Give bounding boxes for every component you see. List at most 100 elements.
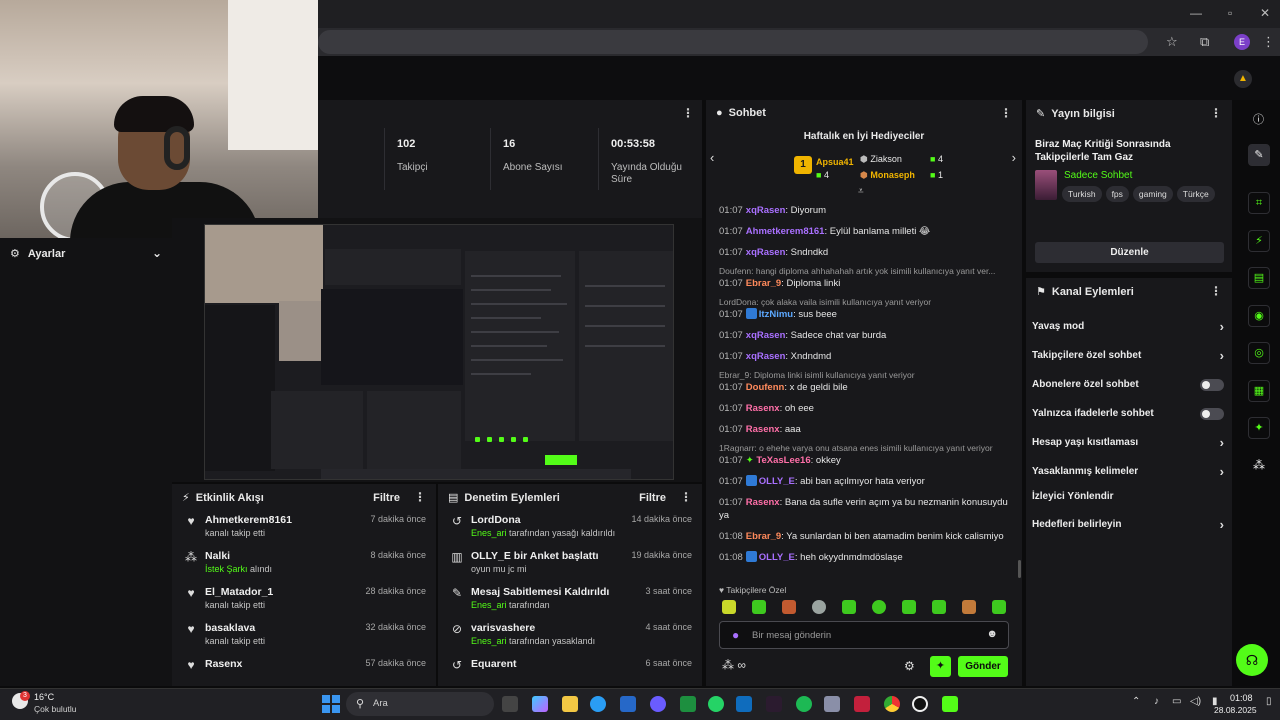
stats-menu-icon[interactable]: ⋮ (682, 106, 694, 120)
info-icon[interactable]: ⓘ (1253, 111, 1264, 127)
action-banned-words[interactable]: Yasaklanmış kelimeler › (1026, 457, 1232, 486)
moderation-item[interactable]: ▥ OLLY_E bir Anket başlattı oyun mu jc m… (438, 546, 702, 582)
whatsapp-icon[interactable] (708, 696, 724, 712)
action-account-age[interactable]: Hesap yaşı kısıtlaması › (1026, 428, 1232, 457)
gifter-name[interactable]: Monaseph (870, 170, 915, 180)
discord-icon[interactable] (650, 696, 666, 712)
activity-item[interactable]: ♥ Ahmetkerem8161 kanalı takip etti 7 dak… (172, 510, 436, 546)
layout-icon[interactable]: ▦ (1248, 380, 1270, 402)
chevron-up-icon[interactable]: ⌃ (1132, 696, 1140, 707)
chat-message[interactable]: 01:07 xqRasen: Xndndmd (706, 350, 1022, 363)
activity-item[interactable]: ♥ Rasenx 57 dakika önce (172, 654, 436, 690)
chrome-icon[interactable] (884, 696, 900, 712)
store-icon[interactable] (620, 696, 636, 712)
tag[interactable]: Turkish (1062, 186, 1102, 202)
edit-button[interactable]: Düzenle (1035, 242, 1224, 263)
emote[interactable] (752, 600, 766, 614)
edge-icon[interactable] (590, 696, 606, 712)
microphone-icon[interactable]: ♪ (1154, 696, 1159, 707)
moderation-menu-icon[interactable]: ⋮ (680, 490, 692, 504)
chat-message[interactable]: 01:07 xqRasen: Diyorum (706, 204, 1022, 217)
action-goals[interactable]: Hedefleri belirleyin › (1026, 510, 1232, 539)
minimize-icon[interactable]: — (1190, 6, 1202, 20)
emoji-icon[interactable]: ☻ (986, 628, 998, 640)
notification-bell-icon[interactable]: ▲ (1234, 70, 1252, 88)
chat-message[interactable]: 01:07 Rasenx: Bana da sufle verin açım ya… (706, 496, 1022, 522)
obs-icon[interactable] (912, 696, 928, 712)
taskbar-search[interactable]: ⚲ Ara (346, 692, 494, 716)
tag[interactable]: gaming (1132, 186, 1173, 202)
chevron-left-icon[interactable]: ‹ (710, 150, 714, 165)
premiere-icon[interactable] (766, 696, 782, 712)
gifter-name[interactable]: Ziakson (870, 154, 902, 164)
xbox-icon[interactable] (680, 696, 696, 712)
info-menu-icon[interactable]: ⋮ (1210, 106, 1222, 120)
outlook-icon[interactable] (736, 696, 752, 712)
chat-message[interactable]: 01:07 Rasenx: aaa (706, 423, 1022, 436)
emote[interactable] (932, 600, 946, 614)
windows-start-icon[interactable] (322, 695, 340, 713)
copilot-icon[interactable] (532, 696, 548, 712)
action-slow-mode[interactable]: Yavaş mod › (1026, 312, 1232, 341)
broadcast-icon[interactable]: ◎ (1248, 342, 1270, 364)
send-button[interactable]: Gönder (958, 656, 1008, 677)
chat-scrollbar[interactable] (1018, 560, 1021, 578)
volume-icon[interactable]: ◁) (1190, 696, 1201, 707)
support-headset-icon[interactable]: ☊ (1236, 644, 1268, 676)
kick-points-icon[interactable]: ⁂ ∞ (722, 658, 746, 672)
chat-message[interactable]: 01:07 xqRasen: Sadece chat var burda (706, 329, 1022, 342)
profile-avatar[interactable]: E (1234, 34, 1250, 50)
chat-settings-gear-icon[interactable]: ⚙ (904, 659, 915, 673)
task-view-icon[interactable] (502, 696, 518, 712)
category-name[interactable]: Sadece Sohbet (1064, 170, 1132, 181)
address-bar[interactable] (318, 30, 1148, 54)
chat-message[interactable]: 01:08 OLLY_E: heh okyydnmdmdöslaşe (706, 551, 1022, 564)
emote[interactable] (842, 600, 856, 614)
edit-icon[interactable]: ✎ (1248, 144, 1270, 166)
maximize-icon[interactable]: ▫ (1228, 6, 1232, 20)
file-explorer-icon[interactable] (562, 696, 578, 712)
tag[interactable]: Türkçe (1176, 186, 1215, 202)
emote[interactable] (722, 600, 736, 614)
media-app-icon[interactable] (854, 696, 870, 712)
activity-item[interactable]: ⁂ Nalki İstek Şarkı alındı 8 dakika önce (172, 546, 436, 582)
moderation-item[interactable]: ↺ LordDona Enes_ari tarafından yasağı ka… (438, 510, 702, 546)
activity-filter-button[interactable]: Filtre (373, 492, 400, 504)
chevron-down-icon[interactable]: ⌄ (152, 246, 162, 260)
clip-icon[interactable]: ⌗ (1248, 192, 1270, 214)
action-emotes-only[interactable]: Yalnızca ifadelerle sohbet (1026, 399, 1232, 428)
document-icon[interactable]: ▤ (1248, 267, 1270, 289)
clock-time[interactable]: 01:08 (1230, 693, 1253, 703)
emote[interactable] (872, 600, 886, 614)
collapse-icon[interactable]: ⩡ (858, 186, 864, 197)
action-followers-only[interactable]: Takipçilere özel sohbet › (1026, 341, 1232, 370)
chat-message[interactable]: 01:07 Doufenn: x de geldi bile (706, 381, 1022, 394)
chat-message[interactable]: 01:07 Rasenx: oh eee (706, 402, 1022, 415)
clock-date[interactable]: 28.08.2025 (1214, 705, 1257, 715)
chat-menu-icon[interactable]: ⋮ (1000, 106, 1012, 120)
close-icon[interactable]: ✕ (1260, 6, 1270, 20)
wrench-icon[interactable]: ✦ (1248, 417, 1270, 439)
chat-message[interactable]: 01:08 Ebrar_9: Ya sunlardan bi ben atamad… (706, 530, 1022, 543)
gifter-name[interactable]: Apsua41 (816, 157, 854, 167)
subscribers-only-toggle[interactable] (1200, 379, 1224, 391)
moderation-item[interactable]: ⊘ varisvashere Enes_ari tarafından yasak… (438, 618, 702, 654)
emote[interactable] (812, 600, 826, 614)
lightning-icon[interactable]: ⚡ (1248, 230, 1270, 252)
chat-input[interactable]: ● Bir mesaj gönderin ☻ (719, 621, 1009, 649)
settings-app-icon[interactable] (824, 696, 840, 712)
emote[interactable] (962, 600, 976, 614)
notification-icon[interactable]: ▯ (1266, 696, 1272, 707)
chat-message[interactable]: 01:07 Ebrar_9: Diploma linki (706, 277, 1022, 290)
chat-message[interactable]: 01:07 xqRasen: Sndndkd (706, 246, 1022, 259)
actions-menu-icon[interactable]: ⋮ (1210, 284, 1222, 298)
chat-message[interactable]: 01:07 Ahmetkerem8161: Eylül banlama mille… (706, 225, 1022, 238)
moderation-filter-button[interactable]: Filtre (639, 492, 666, 504)
network-icon[interactable]: ▭ (1172, 696, 1181, 707)
kick-icon[interactable] (942, 696, 958, 712)
microphone-icon[interactable]: ● (732, 628, 739, 642)
browser-menu-icon[interactable]: ⋮ (1262, 34, 1275, 50)
tag[interactable]: fps (1105, 186, 1129, 202)
extensions-icon[interactable]: ⧉ (1200, 34, 1209, 50)
emotes-only-toggle[interactable] (1200, 408, 1224, 420)
